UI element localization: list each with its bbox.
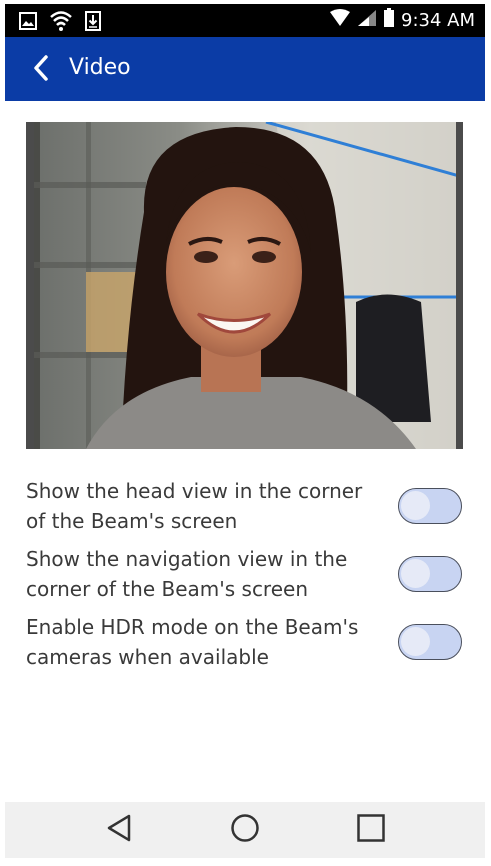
status-time: 9:34 AM <box>401 9 475 31</box>
back-button[interactable] <box>25 54 57 86</box>
video-preview <box>26 122 463 449</box>
navigation-view-toggle[interactable] <box>398 556 462 592</box>
image-icon <box>19 12 37 34</box>
system-nav-bar <box>5 802 485 858</box>
setting-row-head-view: Show the head view in the corner of the … <box>26 476 466 544</box>
setting-label: Enable HDR mode on the Beam's cameras wh… <box>26 615 359 669</box>
toggle-knob <box>401 559 430 588</box>
download-icon <box>85 11 101 35</box>
nav-back-button[interactable] <box>99 812 139 848</box>
chevron-left-icon <box>31 54 51 86</box>
camera-head-view-image <box>26 122 463 449</box>
setting-label: Show the head view in the corner of the … <box>26 479 363 533</box>
status-right-icons: 9:34 AM <box>329 8 475 32</box>
status-bar: 9:34 AM <box>5 4 485 37</box>
wifi-icon <box>49 10 73 36</box>
battery-icon <box>383 8 395 32</box>
page-title: Video <box>69 55 131 80</box>
status-left-icons <box>19 10 101 36</box>
nav-home-button[interactable] <box>225 812 265 848</box>
app-bar: Video <box>5 37 485 101</box>
nav-recents-button[interactable] <box>351 812 391 848</box>
setting-label: Show the navigation view in the corner o… <box>26 547 348 601</box>
setting-row-hdr-mode: Enable HDR mode on the Beam's cameras wh… <box>26 612 466 680</box>
head-view-toggle[interactable] <box>398 488 462 524</box>
setting-row-navigation-view: Show the navigation view in the corner o… <box>26 544 466 612</box>
cell-signal-icon <box>357 9 377 31</box>
signal-wifi-icon <box>329 9 351 31</box>
toggle-knob <box>401 627 430 656</box>
toggle-knob <box>401 491 430 520</box>
settings-list: Show the head view in the corner of the … <box>26 476 466 680</box>
recents-square-icon <box>356 813 386 847</box>
home-circle-icon <box>230 813 260 847</box>
back-triangle-icon <box>105 813 133 847</box>
hdr-mode-toggle[interactable] <box>398 624 462 660</box>
